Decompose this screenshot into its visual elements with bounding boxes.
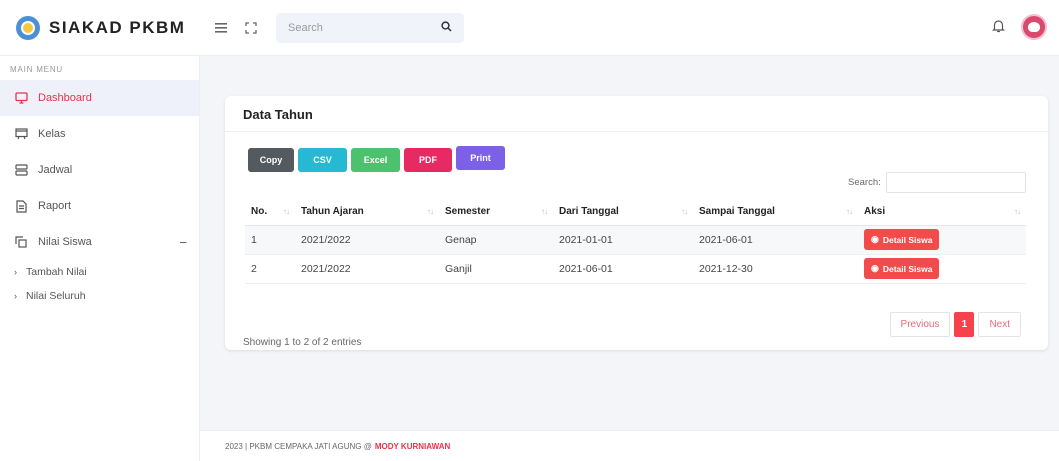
export-buttons: Copy CSV Excel PDF Print xyxy=(248,146,509,172)
pdf-button[interactable]: PDF xyxy=(404,148,452,172)
sidebar-item-label: Kelas xyxy=(38,128,66,140)
monitor-icon xyxy=(14,91,28,105)
next-page-button[interactable]: Next xyxy=(978,312,1021,337)
collapse-icon[interactable]: − xyxy=(179,235,187,250)
data-tahun-card: Data Tahun Copy CSV Excel PDF Print Sear… xyxy=(225,96,1048,350)
sidebar-item-raport[interactable]: Raport xyxy=(0,188,199,224)
table-info: Showing 1 to 2 of 2 entries xyxy=(243,337,362,348)
detail-siswa-button[interactable]: ◉ Detail Siswa xyxy=(864,229,940,250)
app-title: SIAKAD PKBM xyxy=(49,17,186,37)
sort-icon[interactable]: ↑↓ xyxy=(283,207,290,216)
pagination: Previous 1 Next xyxy=(886,312,1021,337)
data-table: No. ↑↓ Tahun Ajaran ↑↓ Semester ↑↓ Dari Tan… xyxy=(245,198,1026,284)
classroom-icon xyxy=(14,127,28,141)
sidebar-item-label: Raport xyxy=(38,200,72,212)
sidebar-subitem-label: Tambah Nilai xyxy=(26,266,87,278)
card-title: Data Tahun xyxy=(225,96,1048,132)
cell-tahun-ajaran: 2021/2022 xyxy=(295,254,439,284)
col-header-sampai-tanggal[interactable]: Sampai Tanggal ↑↓ xyxy=(693,198,858,226)
top-navbar: SIAKAD PKBM xyxy=(0,0,1059,56)
avatar[interactable] xyxy=(1021,14,1047,40)
sidebar: MAIN MENU Dashboard Kelas Jadwal Raport … xyxy=(0,56,200,461)
sort-icon[interactable]: ↑↓ xyxy=(1014,207,1021,216)
brand[interactable]: SIAKAD PKBM xyxy=(0,0,200,56)
col-header-semester[interactable]: Semester ↑↓ xyxy=(439,198,553,226)
sort-icon[interactable]: ↑↓ xyxy=(846,207,853,216)
col-header-aksi[interactable]: Aksi ↑↓ xyxy=(858,198,1026,226)
copy-icon xyxy=(14,235,28,249)
sidebar-item-jadwal[interactable]: Jadwal xyxy=(0,152,199,188)
sort-icon[interactable]: ↑↓ xyxy=(427,207,434,216)
eye-icon: ◉ xyxy=(871,234,879,244)
cell-aksi: ◉ Detail Siswa xyxy=(858,254,1026,284)
table-row: 2 2021/2022 Ganjil 2021-06-01 2021-12-30… xyxy=(245,254,1026,284)
cell-semester: Genap xyxy=(439,225,553,255)
cell-sampai-tanggal: 2021-12-30 xyxy=(693,254,858,284)
schedule-icon xyxy=(14,163,28,177)
detail-siswa-label: Detail Siswa xyxy=(882,263,933,274)
fullscreen-icon[interactable] xyxy=(240,17,262,39)
cell-semester: Ganjil xyxy=(439,254,553,284)
excel-button[interactable]: Excel xyxy=(351,148,400,172)
cell-tahun-ajaran: 2021/2022 xyxy=(295,225,439,255)
footer: 2023 | PKBM CEMPAKA JATI AGUNG @ MODY KU… xyxy=(200,430,1059,461)
csv-button[interactable]: CSV xyxy=(298,148,347,172)
file-icon xyxy=(14,199,28,213)
eye-icon: ◉ xyxy=(871,263,879,273)
table-search-label: Search: xyxy=(848,177,881,188)
col-header-tahun-ajaran[interactable]: Tahun Ajaran ↑↓ xyxy=(295,198,439,226)
table-header-row: No. ↑↓ Tahun Ajaran ↑↓ Semester ↑↓ Dari Tan… xyxy=(245,198,1026,226)
sidebar-item-nilai-siswa[interactable]: Nilai Siswa − xyxy=(0,224,199,260)
table-search-input[interactable] xyxy=(886,172,1026,193)
sidebar-subitem-nilai-seluruh[interactable]: › Nilai Seluruh xyxy=(0,284,199,308)
tut-wuri-logo-icon xyxy=(16,15,40,40)
search-input[interactable] xyxy=(288,21,441,34)
bell-icon[interactable] xyxy=(992,19,1005,36)
detail-siswa-button[interactable]: ◉ Detail Siswa xyxy=(864,258,940,279)
cell-no: 2 xyxy=(245,254,295,284)
sidebar-subitem-tambah-nilai[interactable]: › Tambah Nilai xyxy=(0,260,199,284)
cell-dari-tanggal: 2021-06-01 xyxy=(553,254,693,284)
print-button[interactable]: Print xyxy=(456,146,505,170)
cell-sampai-tanggal: 2021-06-01 xyxy=(693,225,858,255)
sidebar-item-label: Nilai Siswa xyxy=(38,236,92,248)
hamburger-menu-icon[interactable] xyxy=(210,17,232,39)
cell-dari-tanggal: 2021-01-01 xyxy=(553,225,693,255)
footer-text: 2023 | PKBM CEMPAKA JATI AGUNG @ xyxy=(225,441,372,451)
chevron-right-icon: › xyxy=(14,267,17,277)
page-1-button[interactable]: 1 xyxy=(954,312,975,337)
sidebar-item-kelas[interactable]: Kelas xyxy=(0,116,199,152)
cell-no: 1 xyxy=(245,225,295,255)
col-header-no[interactable]: No. ↑↓ xyxy=(245,198,295,226)
sidebar-item-label: Dashboard xyxy=(38,92,92,104)
detail-siswa-label: Detail Siswa xyxy=(882,234,933,245)
main-content: Data Tahun Copy CSV Excel PDF Print Sear… xyxy=(200,56,1059,461)
chevron-right-icon: › xyxy=(14,291,17,301)
search-icon[interactable] xyxy=(441,20,452,35)
footer-author-link[interactable]: MODY KURNIAWAN xyxy=(375,442,450,451)
table-row: 1 2021/2022 Genap 2021-01-01 2021-06-01 … xyxy=(245,225,1026,255)
sidebar-subitem-label: Nilai Seluruh xyxy=(26,290,86,302)
cell-aksi: ◉ Detail Siswa xyxy=(858,225,1026,255)
main-menu-label: MAIN MENU xyxy=(10,65,63,74)
header-search[interactable] xyxy=(276,12,464,43)
copy-button[interactable]: Copy xyxy=(248,148,294,172)
sort-icon[interactable]: ↑↓ xyxy=(681,207,688,216)
sort-icon[interactable]: ↑↓ xyxy=(541,207,548,216)
sidebar-item-label: Jadwal xyxy=(38,164,73,176)
sidebar-item-dashboard[interactable]: Dashboard xyxy=(0,80,199,116)
previous-page-button[interactable]: Previous xyxy=(889,312,951,337)
col-header-dari-tanggal[interactable]: Dari Tanggal ↑↓ xyxy=(553,198,693,226)
